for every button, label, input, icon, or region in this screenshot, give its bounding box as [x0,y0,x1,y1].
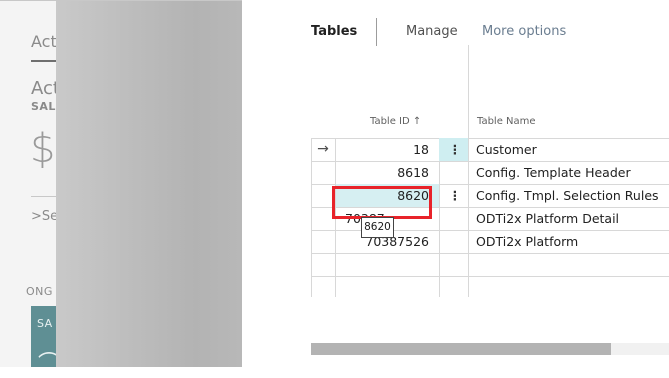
table-name-cell[interactable]: Config. Tmpl. Selection Rules [476,184,669,207]
current-row-arrow-icon: → [317,141,329,157]
more-options-button[interactable]: More options [482,22,566,42]
column-header-table-name[interactable]: Table Name [477,116,536,127]
table-name-cell[interactable]: ODTi2x Platform Detail [476,207,669,230]
action-bar: Tables Manage More options [242,18,669,46]
scrollbar-thumb[interactable] [311,343,611,355]
row-marker [311,161,335,184]
tab-manage[interactable]: Manage [406,22,458,42]
table-id-cell[interactable]: 18 [413,138,441,161]
table-row[interactable]: 8618 Config. Template Header [311,161,669,184]
table-name-cell[interactable]: ODTi2x Platform [476,230,669,253]
table-name-cell[interactable]: Customer [476,138,669,161]
row-marker [311,230,335,253]
bg-actions-tab: Acti [31,32,59,51]
row-actions-menu-icon[interactable]: ⋮ [441,138,469,161]
row-actions-menu-icon[interactable] [441,161,469,184]
bg-tab-underline [31,60,57,62]
tab-tables[interactable]: Tables [311,22,357,42]
action-bar-separator [376,18,377,46]
row-actions-menu-icon[interactable]: ⋮ [441,184,469,207]
value-tooltip: 8620 [361,217,394,238]
row-actions-menu-icon[interactable] [441,230,469,253]
tables-grid: Table ID ↑ Table Name → 18 ⋮ Customer 86… [311,45,669,297]
bg-ongoing-label: ONG [26,285,53,298]
table-row-empty[interactable] [311,253,669,276]
table-name-cell[interactable]: Config. Template Header [476,161,669,184]
modal-scrim [56,0,242,367]
table-row[interactable]: → 18 ⋮ Customer [311,138,669,161]
column-header-table-id[interactable]: Table ID ↑ [370,116,421,127]
row-actions-menu-icon[interactable] [441,207,469,230]
table-id-cell[interactable]: 8618 [397,161,441,184]
grid-line [311,276,669,277]
focus-highlight-box [332,186,432,219]
